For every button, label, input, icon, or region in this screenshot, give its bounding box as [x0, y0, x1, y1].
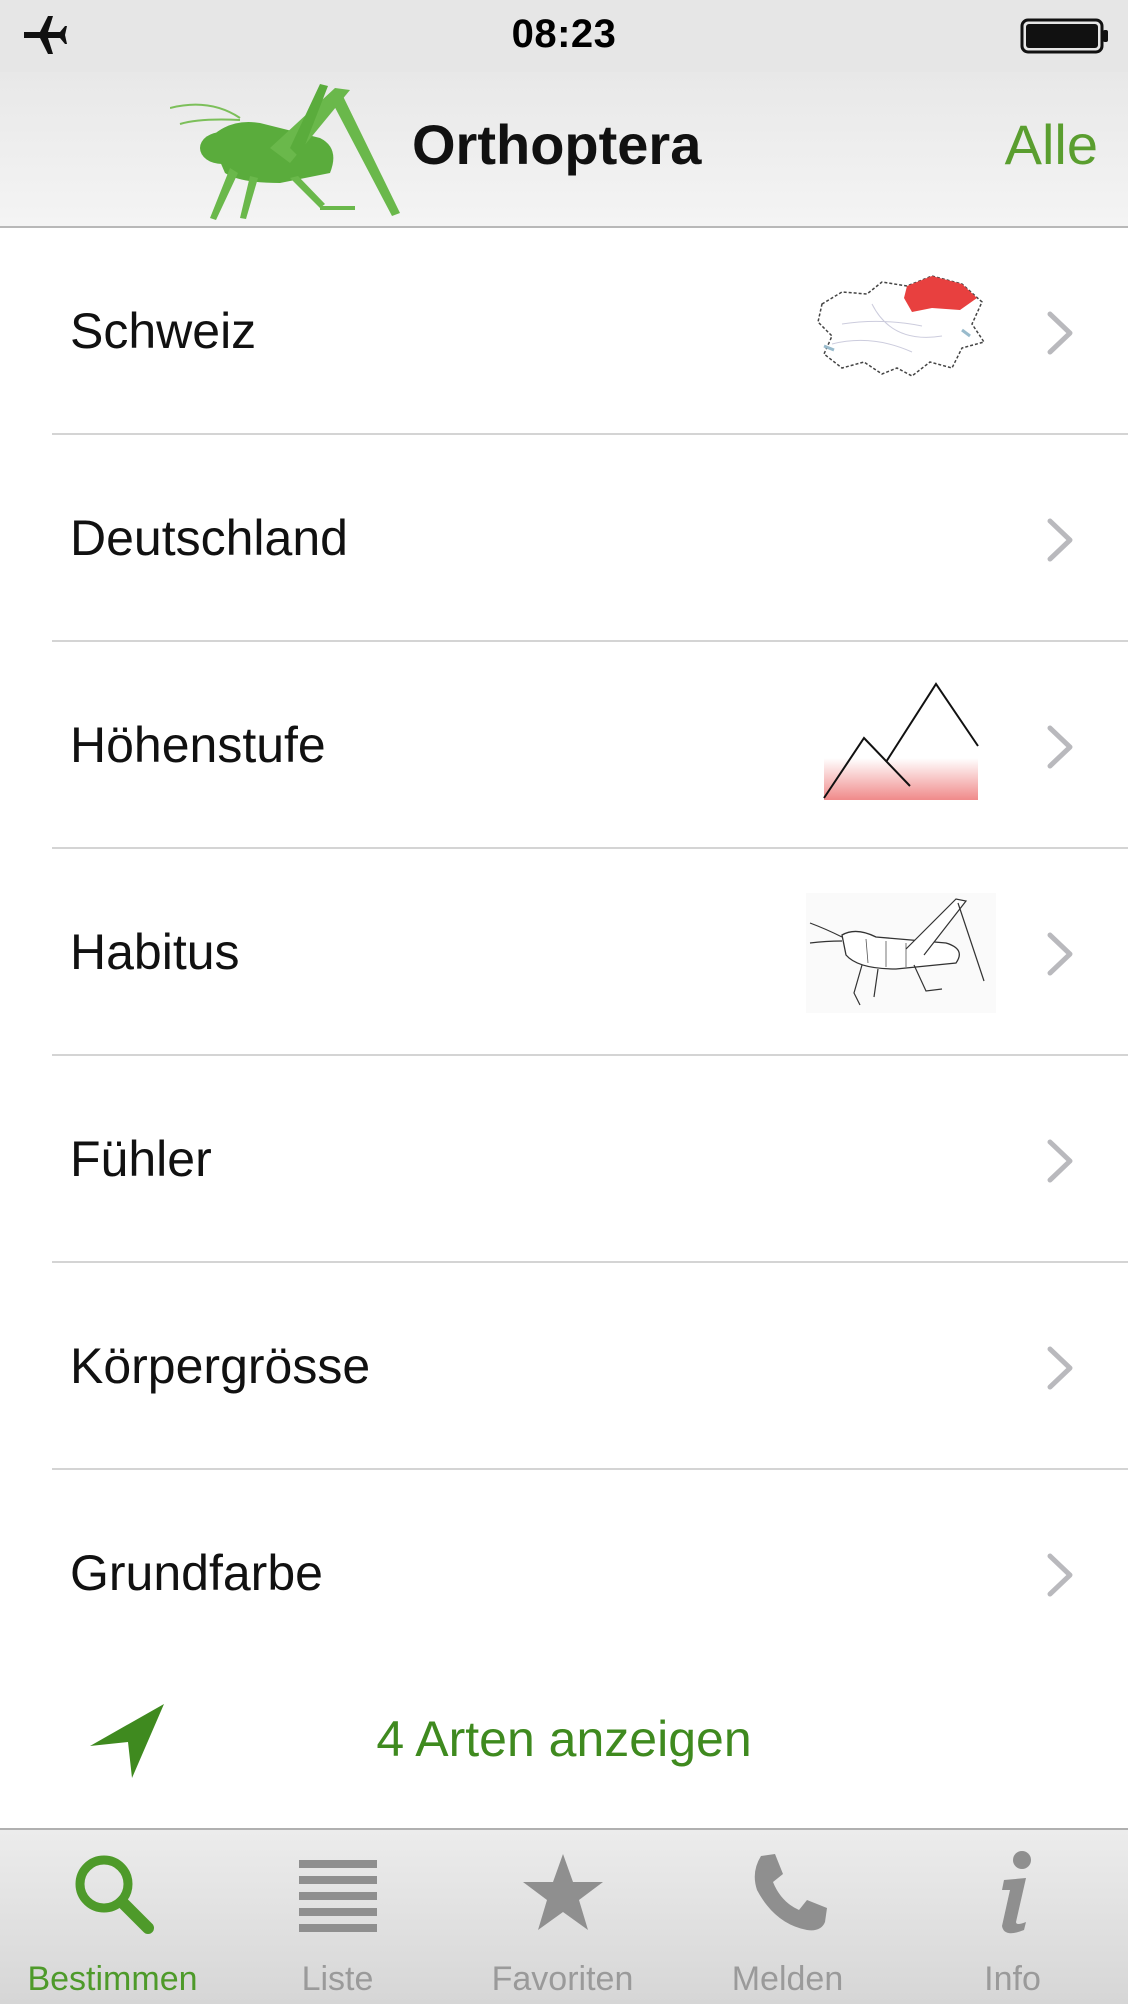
list-item-habitus[interactable]: Habitus: [0, 849, 1128, 1056]
list-item-schweiz[interactable]: Schweiz: [0, 228, 1128, 435]
grasshopper-logo: [170, 84, 400, 220]
list-item-label: Grundfarbe: [70, 1545, 323, 1601]
show-species-button[interactable]: 4 Arten anzeigen: [0, 1710, 1128, 1768]
navigation-bar: Orthoptera Alle: [0, 72, 1128, 228]
mountains-altitude-thumbnail: [823, 682, 979, 800]
grasshopper-sketch-thumbnail: [806, 893, 996, 1013]
criteria-list: Schweiz Deutschland Höhenstufe Habitus F…: [0, 228, 1128, 1677]
chevron-right-icon: [1047, 311, 1073, 355]
status-bar: 08:23: [0, 0, 1128, 72]
tab-label: Bestimmen: [27, 1960, 198, 1998]
tab-favoriten[interactable]: Favoriten: [450, 1830, 675, 2004]
all-button[interactable]: Alle: [1005, 112, 1098, 177]
battery-icon: [1020, 18, 1108, 54]
show-species-row[interactable]: 4 Arten anzeigen: [0, 1660, 1128, 1820]
chevron-right-icon: [1047, 932, 1073, 976]
list-item-label: Höhenstufe: [70, 717, 326, 773]
chevron-right-icon: [1047, 518, 1073, 562]
list-item-fuehler[interactable]: Fühler: [0, 1056, 1128, 1263]
tab-label: Favoriten: [491, 1960, 634, 1998]
tab-info[interactable]: Info: [900, 1830, 1125, 2004]
status-time: 08:23: [511, 12, 617, 56]
tab-bestimmen[interactable]: Bestimmen: [0, 1830, 225, 2004]
info-icon: [1002, 1851, 1031, 1934]
tab-label: Melden: [731, 1960, 844, 1998]
chevron-right-icon: [1047, 1139, 1073, 1183]
list-item-label: Habitus: [70, 924, 240, 980]
list-item-deutschland[interactable]: Deutschland: [0, 435, 1128, 642]
chevron-right-icon: [1047, 725, 1073, 769]
switzerland-map-thumbnail: [817, 275, 986, 377]
search-icon: [75, 1855, 154, 1934]
tab-liste[interactable]: Liste: [225, 1830, 450, 2004]
tab-melden[interactable]: Melden: [675, 1830, 900, 2004]
tab-bar: Bestimmen Liste Favoriten Melden Info: [0, 1828, 1128, 2004]
page-title: Orthoptera: [412, 113, 702, 176]
list-icon: [299, 1860, 377, 1932]
list-item-label: Schweiz: [70, 303, 257, 359]
tab-label: Liste: [301, 1960, 374, 1998]
tab-label: Info: [984, 1960, 1041, 1998]
phone-icon: [754, 1854, 827, 1931]
chevron-right-icon: [1047, 1346, 1073, 1390]
star-icon: [523, 1854, 603, 1930]
list-item-grundfarbe[interactable]: Grundfarbe: [0, 1470, 1128, 1677]
list-item-label: Deutschland: [70, 510, 348, 566]
list-item-koerpergroesse[interactable]: Körpergrösse: [0, 1263, 1128, 1470]
list-item-label: Fühler: [70, 1131, 212, 1187]
list-item-label: Körpergrösse: [70, 1338, 371, 1394]
list-item-hoehenstufe[interactable]: Höhenstufe: [0, 642, 1128, 849]
chevron-right-icon: [1047, 1553, 1073, 1597]
